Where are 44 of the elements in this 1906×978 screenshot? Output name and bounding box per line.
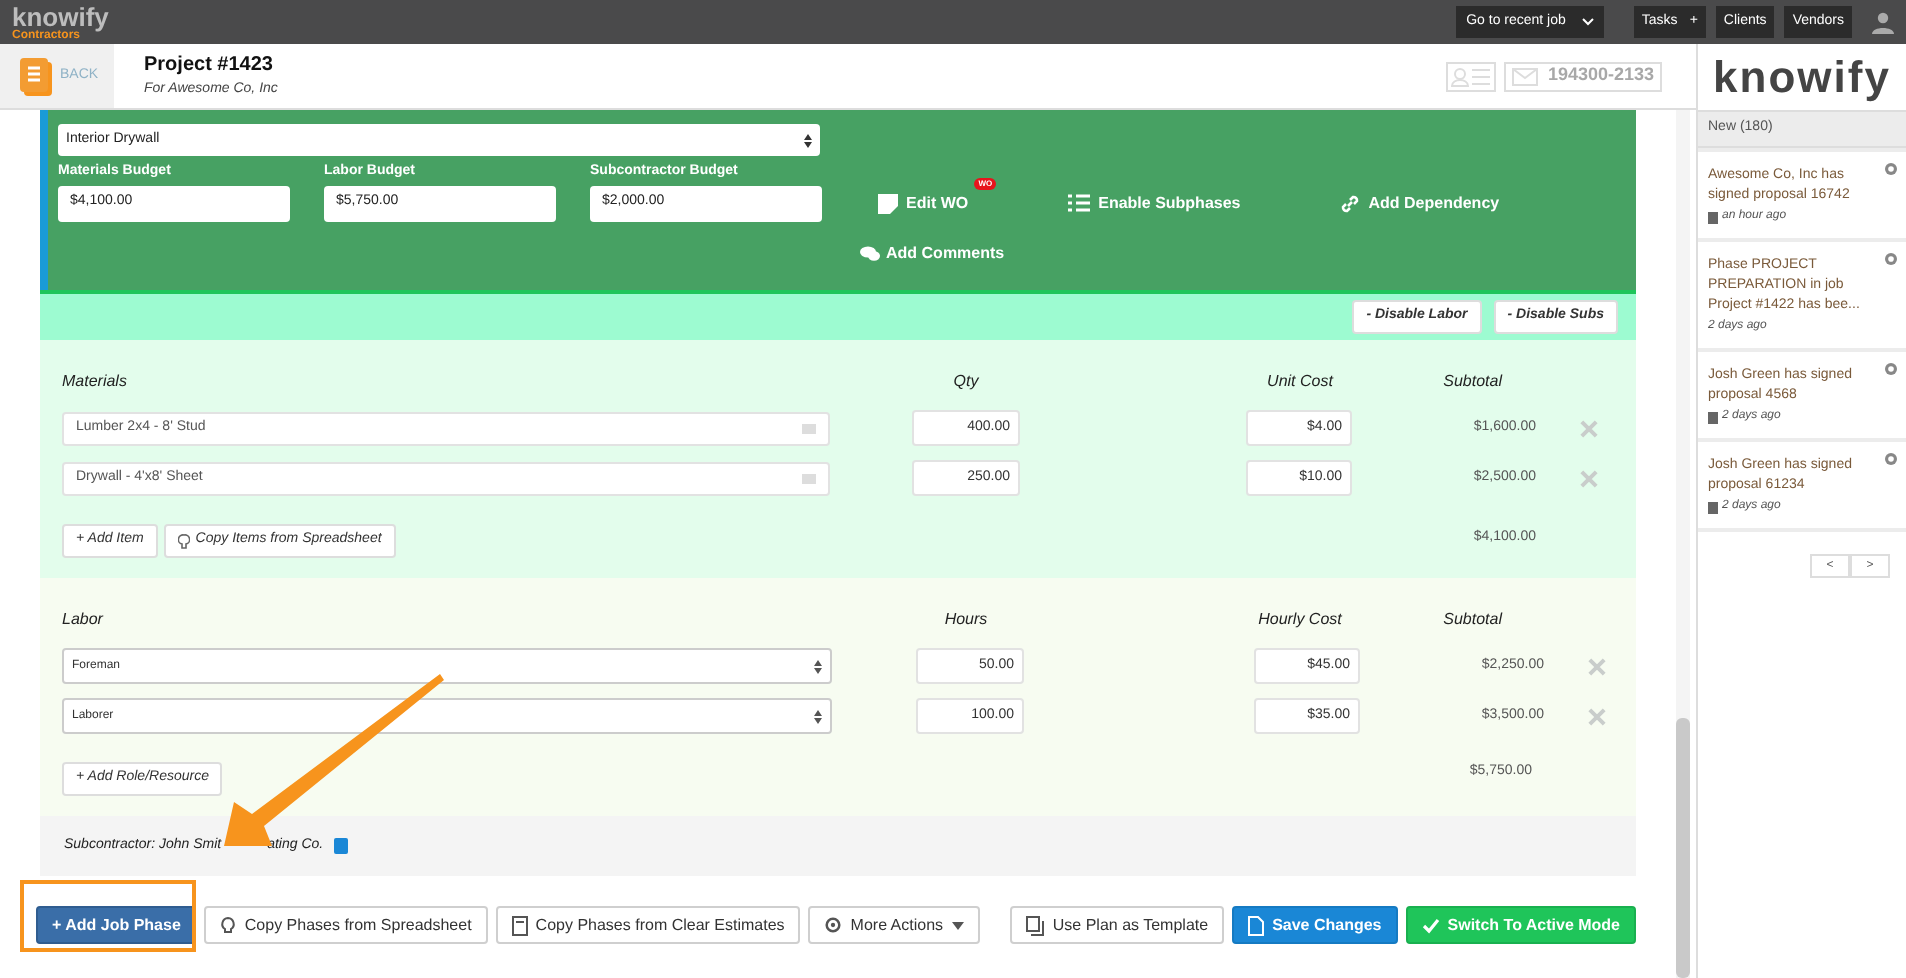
chevron-down-icon [1581,18,1594,26]
column-heading: Subtotal [1441,370,1505,394]
file-icon [1248,915,1265,935]
card-icon [802,473,816,483]
document-icon [20,57,52,95]
footer-button[interactable]: Copy Phases from Clear Estimates [495,906,801,944]
check-icon [1421,917,1440,933]
column-heading: Hourly Cost [1256,608,1344,632]
card-icon [802,423,816,433]
column-heading: Qty [951,370,981,394]
section-heading: Labor [62,608,106,632]
footer-button[interactable]: More Actions [808,906,980,944]
bulb-icon [220,915,237,935]
close-icon[interactable] [1884,252,1898,266]
project-title: Project #1423 [144,52,275,81]
sidebar-logo: knowify [1713,50,1891,106]
scrollbar-thumb[interactable] [1676,718,1690,978]
footer-button[interactable]: + Add Job Phase [36,906,197,944]
bulb-icon [177,533,190,549]
envelope-icon [1511,67,1538,85]
select-arrows-icon [804,133,812,147]
column-heading: Hours [942,608,990,632]
link-icon [1340,193,1361,213]
gear-icon [824,916,843,934]
column-heading: Subtotal [1441,608,1505,632]
footer-button[interactable]: Copy Phases from Spreadsheet [204,906,488,944]
calculator-icon [511,915,528,935]
user-icon[interactable] [1872,11,1894,33]
copy-icon [1026,915,1045,935]
note-icon [878,193,898,213]
file-icon[interactable] [333,838,348,854]
close-icon[interactable] [1884,162,1898,176]
caret-icon [951,921,964,929]
section-heading: Materials [62,370,129,394]
select-arrows-icon [814,659,822,673]
close-icon[interactable] [1884,362,1898,376]
footer-button[interactable]: Save Changes [1232,906,1398,944]
list-icon [1068,194,1091,212]
logo-text[interactable]: knowify [12,3,109,29]
speech-bubbles-icon [860,246,880,262]
column-heading: Unit Cost [1265,370,1336,394]
close-icon[interactable] [1884,452,1898,466]
select-arrows-icon [814,709,822,723]
footer-button[interactable]: Use Plan as Template [1010,906,1225,944]
